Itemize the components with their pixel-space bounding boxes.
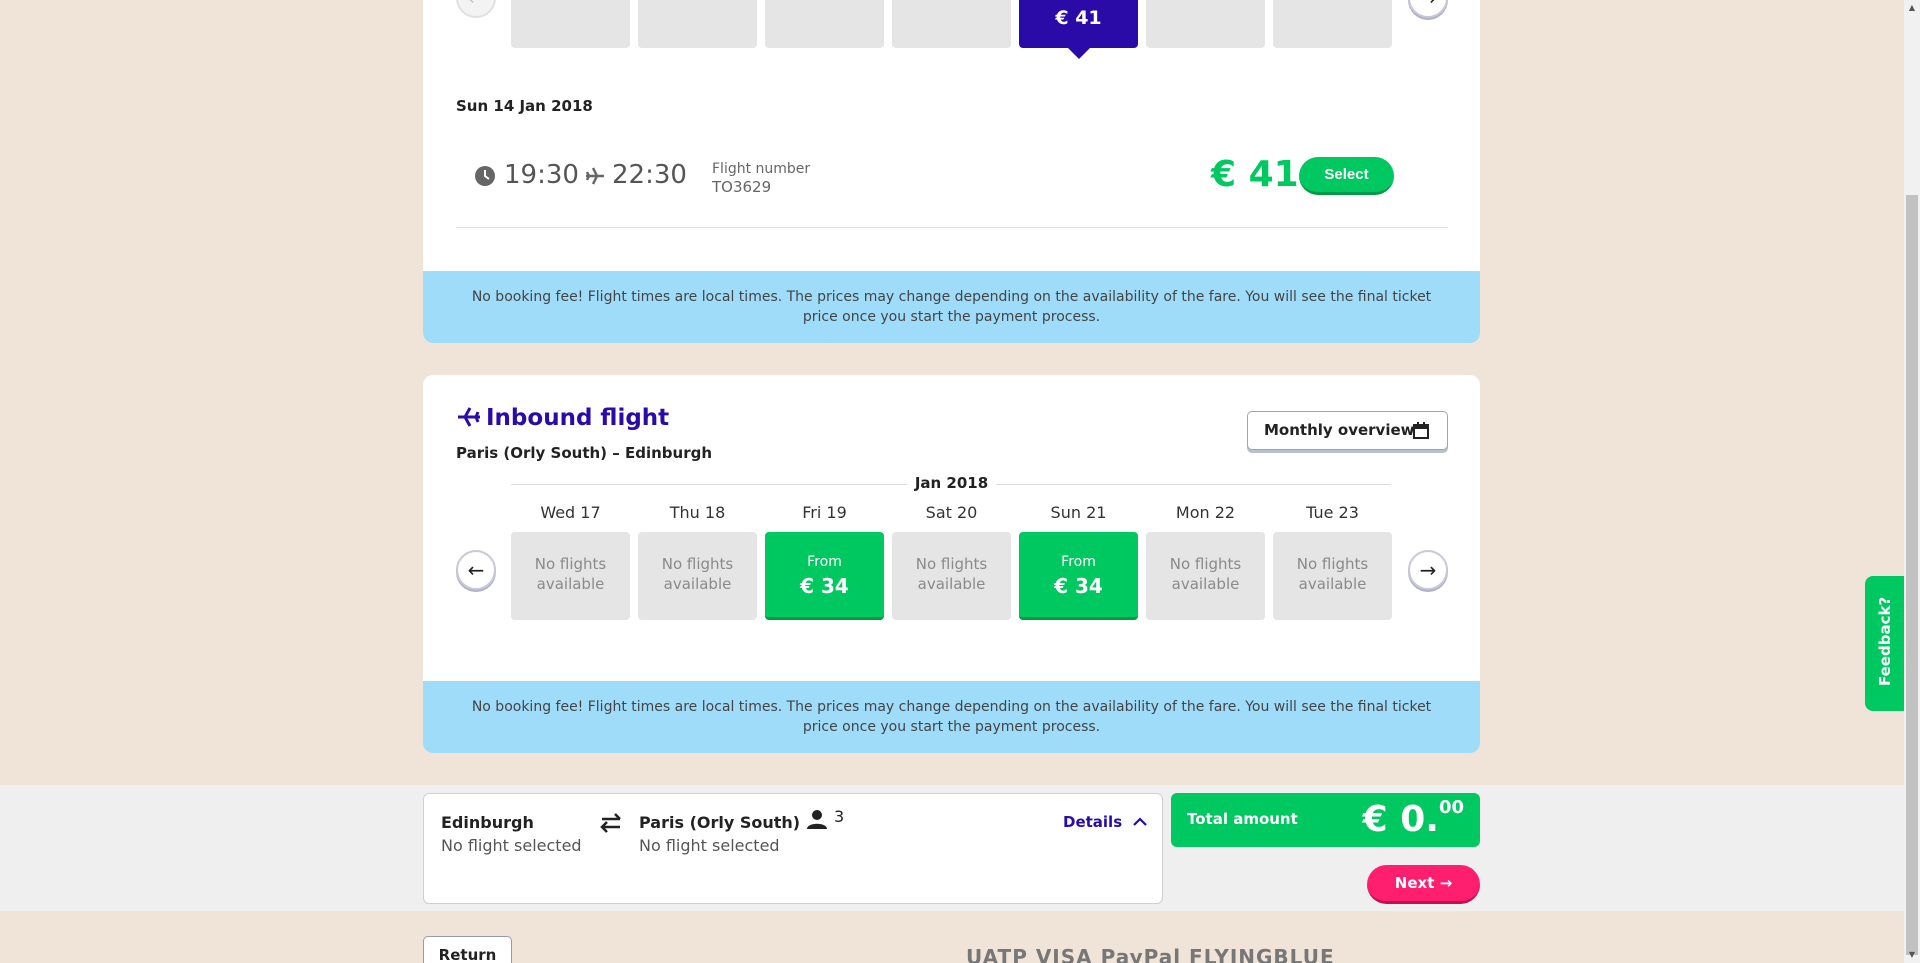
origin-city: Edinburgh	[441, 813, 534, 832]
total-value: € 0.00	[1362, 797, 1464, 840]
next-days-button[interactable]: →	[1408, 550, 1448, 590]
flight-number-label: Flight number	[712, 161, 811, 177]
inbound-route: Paris (Orly South) – Edinburgh	[456, 444, 713, 462]
trip-summary: Edinburgh No flight selected Paris (Orly…	[423, 793, 1163, 904]
day-tile: available	[1273, 0, 1392, 48]
vertical-scrollbar[interactable]: ▲ ▼	[1904, 0, 1920, 963]
prev-days-button[interactable]: ←	[456, 550, 496, 590]
day-tile-no-flights: No flights available	[1146, 532, 1265, 620]
weekday-label: Wed 17	[540, 503, 601, 522]
arrow-left-icon: ←	[467, 558, 485, 582]
day-tile: available	[892, 0, 1011, 48]
inbound-notice: No booking fee! Flight times are local t…	[423, 681, 1480, 753]
payment-logos: UATP VISA PayPal FLYINGBLUE	[966, 945, 1335, 963]
arrow-right-icon: →	[1420, 0, 1437, 10]
destination-status: No flight selected	[639, 836, 780, 855]
feedback-tab[interactable]: Feedback?	[1865, 576, 1905, 711]
person-icon	[807, 810, 827, 829]
swap-arrows-icon	[600, 813, 621, 833]
day-tile-no-flights: No flights available	[638, 532, 757, 620]
next-button[interactable]: Next →	[1367, 865, 1480, 904]
arrow-left-icon: ←	[468, 0, 485, 10]
departure-time: 19:30	[504, 160, 579, 190]
next-days-button[interactable]: →	[1408, 0, 1448, 18]
destination-city: Paris (Orly South)	[639, 813, 801, 832]
flight-row: 19:30 22:30 Flight number TO3629 € 41 Se…	[456, 110, 1448, 228]
page-content: ← available available € 41 available ava…	[0, 0, 1904, 963]
weekday-label: Sun 21	[1050, 503, 1107, 522]
flight-number: TO3629	[712, 178, 772, 196]
day-tile	[638, 0, 757, 48]
scrollbar-thumb[interactable]	[1906, 195, 1918, 955]
clock-icon	[475, 166, 495, 186]
chevron-up-icon	[1133, 817, 1148, 826]
prev-days-button[interactable]: ←	[456, 0, 496, 18]
scroll-down-icon[interactable]: ▼	[1904, 947, 1920, 963]
day-tile: available	[765, 0, 884, 48]
day-tile-no-flights: No flights available	[511, 532, 630, 620]
day-tile-no-flights: No flights available	[892, 532, 1011, 620]
weekday-label: Fri 19	[802, 503, 847, 522]
day-tile-available[interactable]: From € 34	[765, 532, 884, 620]
origin-status: No flight selected	[441, 836, 582, 855]
outbound-notice: No booking fee! Flight times are local t…	[423, 271, 1480, 343]
total-amount-box: Total amount € 0.00	[1171, 793, 1480, 847]
day-tile-selected[interactable]: € 41	[1019, 0, 1138, 59]
weekday-label: Sat 20	[925, 503, 978, 522]
month-label: Jan 2018	[423, 474, 1480, 492]
inbound-card: Inbound flight Paris (Orly South) – Edin…	[423, 375, 1480, 753]
total-label: Total amount	[1187, 810, 1298, 828]
weekday-label: Thu 18	[669, 503, 726, 522]
calendar-icon	[1413, 422, 1429, 439]
inbound-title: Inbound flight	[456, 405, 669, 431]
weekday-label: Mon 22	[1175, 503, 1236, 522]
plane-icon	[458, 407, 480, 427]
arrow-right-icon: →	[1439, 874, 1453, 892]
day-tile-no-flights: No flights available	[1273, 532, 1392, 620]
scroll-up-icon[interactable]: ▲	[1904, 0, 1920, 16]
day-tile-available[interactable]: From € 34	[1019, 532, 1138, 620]
outbound-card: ← available available € 41 available ava…	[423, 0, 1480, 343]
select-flight-button[interactable]: Select	[1299, 157, 1394, 195]
weekday-label: Tue 23	[1306, 503, 1359, 522]
plane-icon	[585, 167, 604, 185]
day-tile	[511, 0, 630, 48]
details-toggle[interactable]: Details	[1063, 813, 1148, 831]
return-button[interactable]: Return	[423, 936, 512, 963]
arrow-right-icon: →	[1419, 558, 1437, 582]
day-tile: available	[1146, 0, 1265, 48]
flight-price: € 41	[1211, 154, 1299, 195]
arrival-time: 22:30	[612, 160, 687, 190]
monthly-overview-button[interactable]: Monthly overview	[1247, 411, 1448, 450]
passenger-count: 3	[834, 807, 845, 826]
